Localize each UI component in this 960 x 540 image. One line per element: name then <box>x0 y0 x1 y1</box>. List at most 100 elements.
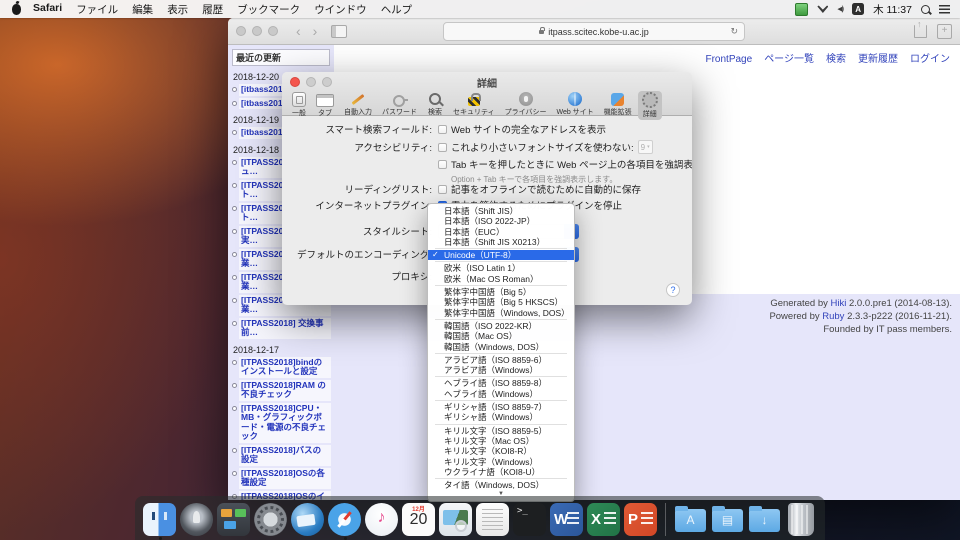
encoding-option[interactable]: 韓国語（ISO 2022-KR） <box>428 321 574 331</box>
notification-center-icon[interactable] <box>939 5 950 14</box>
dialog-title: 詳細 <box>282 72 692 90</box>
folder-downloads-icon: ↓ <box>748 503 781 536</box>
encoding-option[interactable]: キリル文字（Windows） <box>428 457 574 467</box>
share-icon[interactable] <box>914 25 927 38</box>
encoding-option[interactable]: ヘブライ語（Windows） <box>428 389 574 399</box>
encoding-option[interactable]: アラビア語（ISO 8859-6） <box>428 355 574 365</box>
dock-item-system-preferences[interactable] <box>254 503 287 536</box>
dock-item-folder-documents[interactable]: ▤ <box>711 503 744 536</box>
dock-item-thunderbird[interactable] <box>291 503 324 536</box>
encoding-option[interactable]: キリル文字（KOI8-R） <box>428 446 574 456</box>
encoding-option[interactable]: 韓国語（Mac OS） <box>428 331 574 341</box>
encoding-option[interactable]: 繁体字中国語（Windows, DOS） <box>428 308 574 318</box>
safari-icon <box>328 503 361 536</box>
dock-item-launchpad[interactable] <box>180 503 213 536</box>
zoom-button[interactable] <box>268 26 278 36</box>
dock-item-folder-downloads[interactable]: ↓ <box>748 503 781 536</box>
nav-link-0[interactable]: FrontPage <box>705 54 752 65</box>
sidebar-link[interactable]: [ITPASS2018]バスの設定 <box>239 445 331 466</box>
address-bar[interactable]: itpass.scitec.kobe-u.ac.jp ↻ <box>443 22 745 41</box>
encoding-option[interactable]: 日本語（Shift JIS X0213） <box>428 237 574 247</box>
dock-item-finder[interactable] <box>143 503 176 536</box>
dock-item-itunes[interactable] <box>365 503 398 536</box>
dock-item-safari[interactable] <box>328 503 361 536</box>
dock-item-textedit[interactable] <box>476 503 509 536</box>
menu-extra-green-icon[interactable] <box>795 3 808 16</box>
menu-separator <box>435 248 567 249</box>
menu-item-0[interactable]: Safari <box>33 2 62 17</box>
menu-item-5[interactable]: ブックマーク <box>237 2 300 17</box>
footer-text: Powered by <box>769 311 822 322</box>
encoding-option[interactable]: 日本語（ISO 2022-JP） <box>428 216 574 226</box>
menu-bar-clock[interactable]: 木 11:37 <box>873 2 912 17</box>
dialog-close-button[interactable] <box>290 77 300 87</box>
system-preferences-icon <box>254 503 287 536</box>
encoding-option[interactable]: ✓Unicode（UTF-8） <box>428 250 574 260</box>
encoding-option[interactable]: 欧米（Mac OS Roman） <box>428 274 574 284</box>
dock-item-word[interactable]: W <box>550 503 583 536</box>
encoding-option[interactable]: ウクライナ語（KOI8-U） <box>428 467 574 477</box>
dock-item-trash[interactable] <box>785 503 817 536</box>
menu-item-1[interactable]: ファイル <box>76 2 118 17</box>
menu-item-6[interactable]: ウインドウ <box>314 2 367 17</box>
minimize-button[interactable] <box>252 26 262 36</box>
font-size-select[interactable]: 9▾ <box>638 140 653 154</box>
encoding-option[interactable]: キリル文字（Mac OS） <box>428 436 574 446</box>
menu-separator <box>435 353 567 354</box>
footer-link[interactable]: Ruby <box>822 311 844 322</box>
encoding-option[interactable]: 欧米（ISO Latin 1） <box>428 263 574 273</box>
encoding-option[interactable]: 日本語（EUC） <box>428 227 574 237</box>
encoding-option[interactable]: 韓国語（Windows, DOS） <box>428 342 574 352</box>
checkbox-show-full-address[interactable] <box>438 125 447 134</box>
dock-item-excel[interactable]: X <box>587 503 620 536</box>
encoding-option[interactable]: 繁体字中国語（Big 5） <box>428 287 574 297</box>
sidebar-link[interactable]: [ITPASS2018]CPU・MB・グラフィックボード・電源の不良チェック <box>239 403 331 443</box>
reload-icon[interactable]: ↻ <box>730 26 738 37</box>
volume-icon[interactable]: ◀) <box>837 5 843 13</box>
menu-item-4[interactable]: 履歴 <box>202 2 223 17</box>
checkbox-offline-reading[interactable] <box>438 185 447 194</box>
encoding-option[interactable]: 日本語（Shift JIS） <box>428 206 574 216</box>
help-button[interactable]: ? <box>666 283 680 297</box>
encoding-option[interactable]: ヘブライ語（ISO 8859-8） <box>428 378 574 388</box>
finder-icon <box>143 503 176 536</box>
new-tab-button[interactable]: + <box>937 24 952 39</box>
dock-item-powerpoint[interactable]: P <box>624 503 657 536</box>
wifi-icon[interactable] <box>817 5 828 13</box>
sidebar-toggle-button[interactable] <box>331 25 347 38</box>
encoding-option[interactable]: ギリシャ語（ISO 8859-7） <box>428 402 574 412</box>
encoding-option[interactable]: ギリシャ語（Windows） <box>428 412 574 422</box>
spotlight-icon[interactable] <box>921 5 930 14</box>
menu-item-7[interactable]: ヘルプ <box>381 2 413 17</box>
input-source-icon[interactable]: A <box>852 3 864 15</box>
password-icon <box>392 92 408 106</box>
apple-menu-icon[interactable] <box>12 4 21 15</box>
dock-item-calendar[interactable]: 12月20 <box>402 503 435 536</box>
menu-item-3[interactable]: 表示 <box>167 2 188 17</box>
encoding-option[interactable]: タイ語（Windows, DOS） <box>428 480 574 490</box>
dock-item-folder-applications[interactable]: A <box>674 503 707 536</box>
checkbox-tab-highlight[interactable] <box>438 160 447 169</box>
close-button[interactable] <box>236 26 246 36</box>
url-text: itpass.scitec.kobe-u.ac.jp <box>548 27 649 37</box>
menu-item-2[interactable]: 編集 <box>132 2 153 17</box>
sidebar-link[interactable]: [ITPASS2018]bindのインストールと設定 <box>239 357 331 378</box>
sidebar-link[interactable]: [ITPASS2018] 交換事前… <box>239 318 331 339</box>
dock-item-terminal[interactable] <box>513 503 546 536</box>
encoding-option[interactable]: 繁体字中国語（Big 5 HKSCS） <box>428 297 574 307</box>
nav-link-4[interactable]: ログイン <box>910 54 950 65</box>
dock-item-mission-control[interactable] <box>217 503 250 536</box>
nav-link-2[interactable]: 検索 <box>826 54 846 65</box>
dock-item-preview[interactable] <box>439 503 472 536</box>
forward-button[interactable]: › <box>313 21 318 41</box>
back-button[interactable]: ‹ <box>296 21 301 41</box>
encoding-option[interactable]: アラビア語（Windows） <box>428 365 574 375</box>
sidebar-link[interactable]: [ITPASS2018]OSの各種設定 <box>239 468 331 489</box>
footer-link[interactable]: Hiki <box>831 298 847 309</box>
nav-link-1[interactable]: ページ一覧 <box>764 54 814 65</box>
sidebar-link[interactable]: [ITPASS2018]RAM の不良チェック <box>239 380 331 401</box>
checkbox-min-font-size[interactable] <box>438 143 447 152</box>
nav-link-3[interactable]: 更新履歴 <box>858 54 898 65</box>
encoding-option[interactable]: キリル文字（ISO 8859-5） <box>428 426 574 436</box>
privacy-icon <box>519 92 533 106</box>
